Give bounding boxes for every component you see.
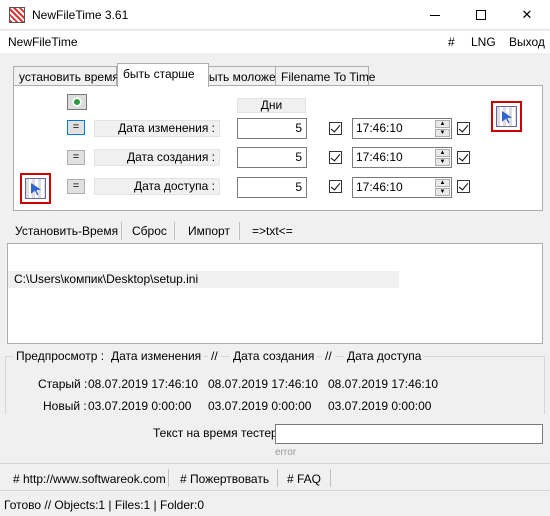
refresh-icon[interactable] (67, 94, 87, 110)
checkbox-modified-days[interactable] (329, 122, 342, 135)
menu-hash[interactable]: # (448, 35, 455, 49)
time-input-accessed[interactable]: 17:46:10 ▲ ▼ (352, 177, 452, 198)
equal-button-created[interactable]: = (67, 150, 85, 165)
time-input-modified[interactable]: 17:46:10 ▲ ▼ (352, 118, 452, 139)
tester-label: Текст на время тестер (153, 426, 278, 440)
tester-input[interactable] (275, 424, 543, 444)
menu-exit[interactable]: Выход (509, 35, 545, 49)
calendar-cursor-icon[interactable] (491, 101, 522, 132)
tab-filename-to-time[interactable]: Filename To Time (275, 66, 375, 86)
website-link[interactable]: # http://www.softwareok.com (13, 472, 166, 486)
menu-language[interactable]: LNG (471, 35, 496, 49)
title-bar: NewFileTime 3.61 ✕ (0, 0, 550, 30)
time-value-created: 17:46:10 (356, 150, 403, 164)
checkbox-modified-time[interactable] (457, 122, 470, 135)
label-accessed-date: Дата доступа : (94, 178, 220, 195)
days-input-created[interactable]: 5 (237, 147, 307, 168)
preview-separator: // (322, 349, 335, 363)
link-separator (168, 469, 169, 487)
spin-up-icon[interactable]: ▲ (435, 149, 450, 157)
spin-up-icon[interactable]: ▲ (435, 179, 450, 187)
preview-new-created: 03.07.2019 0:00:00 (208, 399, 312, 413)
link-separator (330, 469, 331, 487)
preview-new-label: Новый : (43, 399, 87, 413)
checkbox-accessed-days[interactable] (329, 180, 342, 193)
days-header: Дни (237, 98, 306, 113)
txt-button[interactable]: =>txt<= (252, 224, 293, 238)
preview-old-accessed: 08.07.2019 17:46:10 (328, 377, 439, 391)
preview-col-accessed: Дата доступа (344, 349, 425, 363)
preview-old-modified: 08.07.2019 17:46:10 (88, 377, 199, 391)
status-bar: Готово // Objects:1 | Files:1 | Folder:0 (0, 496, 550, 516)
preview-separator: // (208, 349, 221, 363)
app-icon[interactable] (9, 7, 25, 23)
time-spinner[interactable]: ▲ ▼ (435, 149, 450, 166)
time-input-created[interactable]: 17:46:10 ▲ ▼ (352, 147, 452, 168)
checkbox-created-time[interactable] (457, 151, 470, 164)
time-value-modified: 17:46:10 (356, 121, 403, 135)
tab-older[interactable]: быть старше (117, 63, 209, 87)
close-button[interactable]: ✕ (504, 0, 550, 30)
time-value-accessed: 17:46:10 (356, 180, 403, 194)
label-created-date: Дата создания : (94, 149, 220, 166)
tab-set-time[interactable]: установить время (13, 66, 119, 86)
preview-old-created: 08.07.2019 17:46:10 (208, 377, 319, 391)
menu-app[interactable]: NewFileTime (8, 35, 78, 49)
time-spinner[interactable]: ▲ ▼ (435, 179, 450, 196)
tester-error: error (275, 447, 297, 458)
window-title: NewFileTime 3.61 (32, 8, 129, 22)
toolbar-separator (239, 222, 240, 240)
link-separator (277, 469, 278, 487)
days-input-modified[interactable]: 5 (237, 118, 307, 139)
spin-down-icon[interactable]: ▼ (435, 129, 450, 137)
link-bar: # http://www.softwareok.com # Пожертвова… (0, 463, 550, 491)
equal-button-accessed[interactable]: = (67, 179, 85, 194)
time-spinner[interactable]: ▲ ▼ (435, 120, 450, 137)
preview-title: Предпросмотр : (13, 349, 108, 363)
spin-down-icon[interactable]: ▼ (435, 188, 450, 196)
status-text: Готово // Objects:1 | Files:1 | Folder:0 (4, 498, 205, 512)
checkbox-created-days[interactable] (329, 151, 342, 164)
minimize-button[interactable] (412, 0, 458, 30)
preview-col-modified: Дата изменения (108, 349, 205, 363)
donate-link[interactable]: # Пожертвовать (180, 472, 269, 486)
preview-new-modified: 03.07.2019 0:00:00 (88, 399, 192, 413)
set-time-button[interactable]: Установить-Время (15, 224, 118, 238)
menu-bar: NewFileTime # LNG Выход (0, 31, 550, 53)
close-icon: ✕ (521, 7, 533, 22)
file-list-item[interactable]: C:\Users\компик\Desktop\setup.ini (8, 271, 399, 288)
spin-up-icon[interactable]: ▲ (435, 120, 450, 128)
equal-button-modified[interactable]: = (67, 120, 85, 135)
maximize-button[interactable] (458, 0, 504, 30)
minimize-icon (430, 14, 440, 16)
checkbox-accessed-time[interactable] (457, 180, 470, 193)
preview-new-accessed: 03.07.2019 0:00:00 (328, 399, 432, 413)
file-list[interactable]: C:\Users\компик\Desktop\setup.ini (7, 243, 543, 344)
spin-down-icon[interactable]: ▼ (435, 158, 450, 166)
days-input-accessed[interactable]: 5 (237, 177, 307, 198)
preview-old-label: Старый : (38, 377, 88, 391)
maximize-icon (476, 10, 486, 20)
faq-link[interactable]: # FAQ (287, 472, 321, 486)
reset-button[interactable]: Сброс (132, 224, 167, 238)
toolbar-separator (121, 222, 122, 240)
toolbar-separator (174, 222, 175, 240)
label-modified-date: Дата изменения : (94, 120, 220, 137)
preview-col-created: Дата создания (230, 349, 318, 363)
import-button[interactable]: Импорт (188, 224, 230, 238)
calendar-cursor-icon[interactable] (20, 173, 51, 204)
